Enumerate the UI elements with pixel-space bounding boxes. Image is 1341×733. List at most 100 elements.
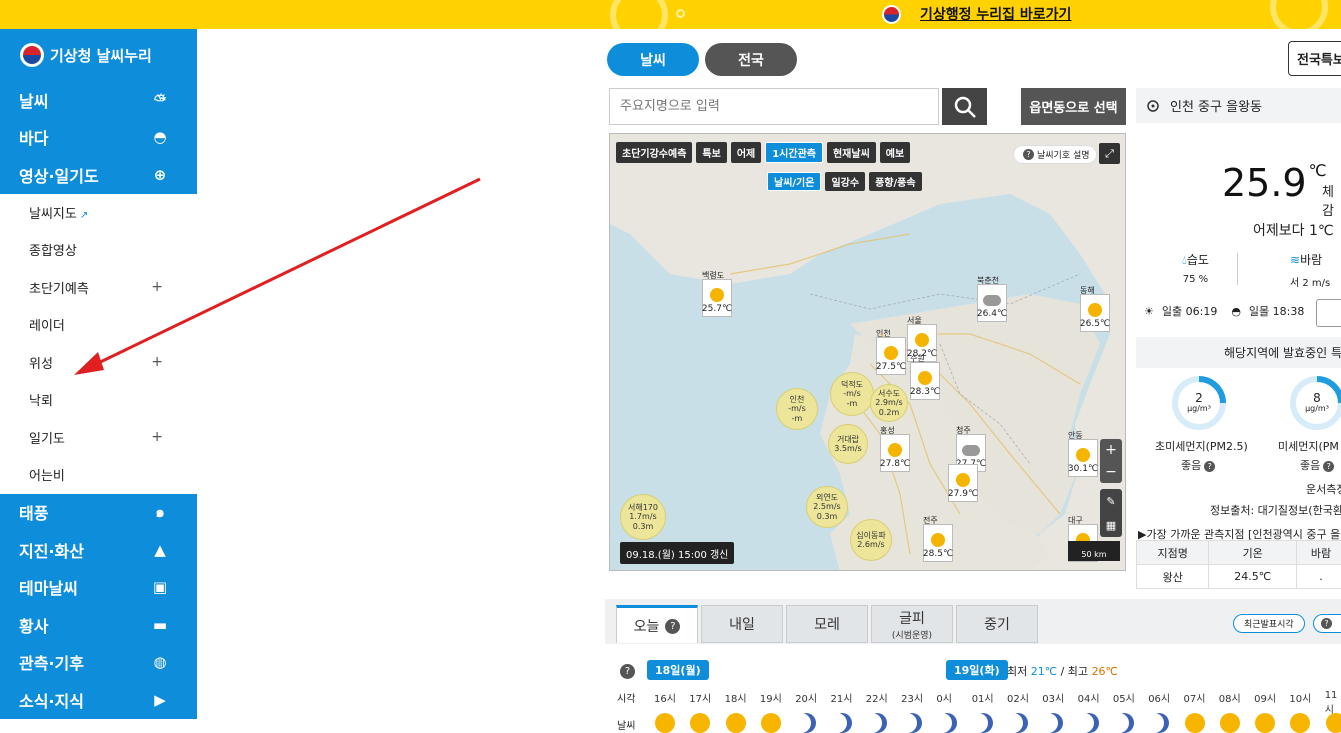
recent-release-button[interactable]: 최근발표시각 <box>1233 614 1305 633</box>
map-subtab[interactable]: 일강수 <box>825 172 865 191</box>
forecast-tab[interactable]: 글피(시범운영) <box>871 605 953 643</box>
column-header: 지점명 <box>1137 541 1209 565</box>
location-target-icon <box>1146 99 1160 113</box>
search-input[interactable] <box>609 88 939 125</box>
expand-icon[interactable]: ⤢ <box>1099 143 1120 164</box>
forecast-tab-label: 글피 <box>899 611 925 627</box>
map-tab[interactable]: 현재날씨 <box>827 142 876 163</box>
sea-buoy-bubble[interactable]: 인천-m/s-m <box>776 388 818 430</box>
submenu-item[interactable]: 어는비 <box>0 456 197 494</box>
forecast-hour: 21시 <box>831 690 853 705</box>
min-max-temp: 최저 21℃ / 최고 26℃ <box>1007 663 1118 679</box>
question-icon[interactable]: ? <box>1204 461 1215 472</box>
sun-toggle-button[interactable] <box>1316 299 1341 327</box>
map-weather-card[interactable]: 25.7℃ <box>702 279 732 317</box>
table-cell: 24.5℃ <box>1209 565 1296 589</box>
question-icon[interactable]: ? <box>665 619 680 634</box>
sidebar-item-menu_top-0[interactable]: 날씨⛅︎ <box>0 81 197 119</box>
map-weather-card[interactable]: 28.5℃ <box>923 524 953 562</box>
nationwide-alert-button[interactable]: 전국특보 <box>1288 41 1341 76</box>
current-location[interactable]: 인천 중구 을왕동 <box>1136 88 1341 123</box>
expand-plus-icon[interactable]: + <box>151 279 163 295</box>
ruler-icon[interactable]: ✎ <box>1106 495 1115 508</box>
moon-icon <box>1043 713 1063 733</box>
sidebar-item-menu_bottom-0[interactable]: 태풍๑ <box>0 494 197 532</box>
submenu-item-label-wrap: 종합영상 <box>29 240 77 259</box>
sunrise-icon: ☀︎ <box>1144 305 1154 318</box>
sidebar-item-menu_bottom-2[interactable]: 테마날씨▣ <box>0 569 197 607</box>
moon-icon <box>902 713 922 733</box>
question-icon[interactable]: ? <box>620 664 635 679</box>
legend-button[interactable]: ?날씨기호 설명 <box>1013 145 1097 164</box>
submenu-item[interactable]: 날씨지도↗ <box>0 194 197 232</box>
tab-weather[interactable]: 날씨 <box>607 43 699 76</box>
forecast-tab[interactable]: 모레 <box>786 605 868 643</box>
site-logo[interactable]: 기상청 날씨누리 <box>0 29 197 81</box>
weather-map[interactable]: 초단기강수예측특보어제1시간관측현재날씨예보 날씨/기온일강수풍향/풍속 ?날씨… <box>609 133 1126 571</box>
map-layer-icon[interactable]: ▦ <box>1106 519 1116 532</box>
submenu-item-label: 종합영상 <box>29 244 77 259</box>
sea-buoy-bubble[interactable]: 거대랍3.5m/s <box>828 424 868 464</box>
moon-icon <box>867 713 887 733</box>
help-button[interactable]: ? <box>1313 614 1341 633</box>
map-tab[interactable]: 어제 <box>731 142 761 163</box>
map-weather-card[interactable]: 27.5℃ <box>876 337 906 375</box>
expand-plus-icon[interactable]: + <box>151 429 163 445</box>
humidity: 💧︎습도 75 % <box>1182 251 1209 285</box>
sidebar-item-menu_bottom-3[interactable]: 황사▬ <box>0 606 197 644</box>
map-tab[interactable]: 초단기강수예측 <box>616 142 692 163</box>
forecast-tab[interactable]: 내일 <box>701 605 783 643</box>
forecast-tab[interactable]: 중기 <box>956 605 1038 643</box>
map-weather-card[interactable]: 26.5℃ <box>1080 294 1110 332</box>
submenu-item[interactable]: 낙뢰 <box>0 381 197 419</box>
sidebar-item-label: 황사 <box>19 613 48 637</box>
pm25-gauge-arc <box>1172 376 1226 430</box>
sea-buoy-bubble[interactable]: 서해1701.7m/s0.3m <box>620 494 666 540</box>
zoom-control[interactable]: +− <box>1100 439 1122 483</box>
submenu-item[interactable]: 초단기예측+ <box>0 269 197 307</box>
sea-buoy-bubble[interactable]: 덕적도-m/s-m <box>830 372 874 416</box>
buoy-l1: 1.7m/s <box>629 512 656 521</box>
map-tab[interactable]: 예보 <box>880 142 910 163</box>
forecast-tab-sub: (시범운영) <box>892 628 932 641</box>
admin-portal-link[interactable]: 기상행정 누리집 바로가기 <box>920 4 1071 24</box>
map-subtab[interactable]: 날씨/기온 <box>767 172 821 191</box>
sidebar-item-menu_bottom-1[interactable]: 지진·화산▲ <box>0 531 197 569</box>
select-district-button[interactable]: 읍면동으로 선택 <box>1021 88 1126 125</box>
map-tab[interactable]: 특보 <box>696 142 726 163</box>
submenu-item[interactable]: 위성+ <box>0 344 197 382</box>
map-tools[interactable]: ✎▦ <box>1100 489 1122 537</box>
sidebar-item-menu_top-2[interactable]: 영상·일기도⊕ <box>0 156 197 194</box>
submenu-item-label-wrap: 날씨지도↗ <box>29 203 88 222</box>
expand-plus-icon[interactable]: + <box>151 354 163 370</box>
sidebar-item-menu_bottom-5[interactable]: 소식·지식▶ <box>0 681 197 719</box>
map-weather-card[interactable]: 27.8℃ <box>880 434 910 472</box>
sidebar-item-menu_top-1[interactable]: 바다◓ <box>0 119 197 157</box>
moon-icon <box>1079 713 1099 733</box>
map-subtab[interactable]: 풍향/풍속 <box>869 172 921 191</box>
buoy-l1: 3.5m/s <box>834 444 861 453</box>
tab-nationwide[interactable]: 전국 <box>705 43 797 76</box>
sea-buoy-bubble[interactable]: 서수도2.9m/s0.2m <box>870 384 908 422</box>
main-tabs: 날씨 전국 <box>607 43 797 76</box>
forecast-tab[interactable]: 오늘? <box>616 605 698 643</box>
sea-buoy-bubble[interactable]: 외연도2.5m/s0.3m <box>806 486 848 528</box>
search-button[interactable] <box>942 88 987 125</box>
zoom-out-icon[interactable]: − <box>1105 464 1117 480</box>
sidebar-item-menu_bottom-4[interactable]: 관측·기후◍ <box>0 644 197 682</box>
map-weather-card[interactable]: 27.9℃ <box>948 464 978 502</box>
sea-buoy-bubble[interactable]: 십이동파2.6m/s <box>850 519 892 561</box>
sidebar-item-label: 관측·기후 <box>19 650 84 674</box>
map-tab[interactable]: 1시간관측 <box>765 142 823 163</box>
submenu-item[interactable]: 레이더 <box>0 306 197 344</box>
forecast-hour: 08시 <box>1219 690 1241 705</box>
zoom-in-icon[interactable]: + <box>1105 442 1117 458</box>
forecast-tab-label: 중기 <box>984 617 1010 633</box>
map-weather-card[interactable]: 28.3℃ <box>910 362 940 400</box>
submenu-item[interactable]: 종합영상 <box>0 231 197 269</box>
map-weather-card[interactable]: 30.1℃ <box>1068 439 1098 477</box>
question-icon[interactable]: ? <box>1323 461 1334 472</box>
map-weather-card[interactable]: 26.4℃ <box>977 284 1007 322</box>
submenu-item[interactable]: 일기도+ <box>0 419 197 457</box>
feels-like-label: 체감 <box>1322 181 1341 219</box>
